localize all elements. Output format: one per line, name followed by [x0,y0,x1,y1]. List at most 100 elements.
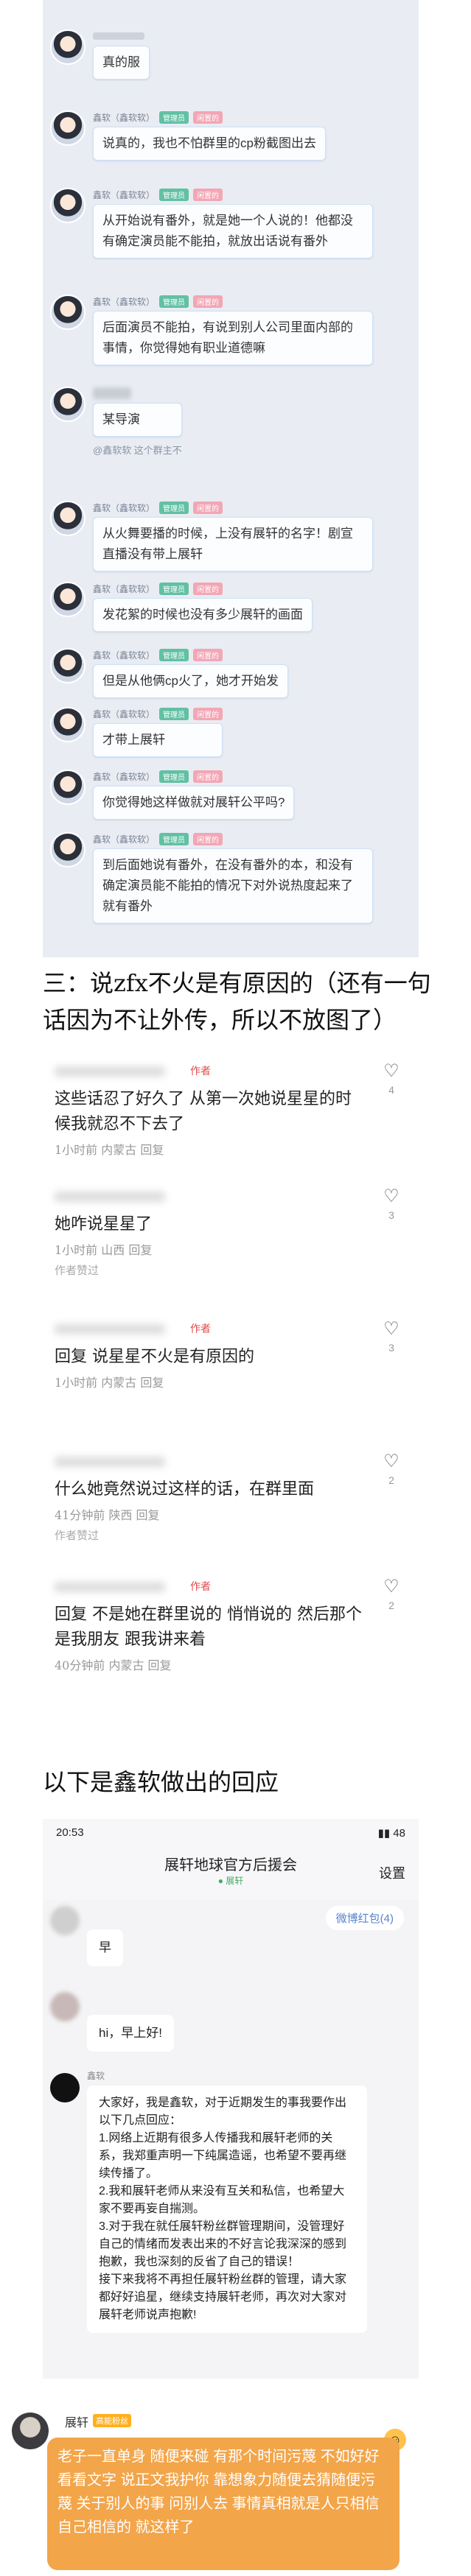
sender-name: 鑫软 [87,2071,105,2081]
like-count: 3 [388,1342,394,1354]
comment-meta[interactable]: 1小时前 内蒙古 回复 [55,1373,164,1390]
role-badge: 管理员 [159,648,189,661]
message-bubble: 才带上展轩 [93,723,223,757]
sender-name: 鑫软（鑫软软） [93,502,156,513]
message-bubble: 某导演 [93,403,182,437]
chat-message: 鑫软（鑫软软） 管理员 闲置的 但是从他俩cp火了，她才开始发 [50,648,288,698]
danmaku-card: 展轩 高能粉丝 ☺ 老子一直单身 随便来碰 有那个时间污蔑 不如好好看看文字 说… [0,2408,471,2576]
like-count: 2 [388,1474,394,1486]
commenter-name [55,1192,165,1202]
role-badge: 管理员 [159,501,189,514]
status-badge: 闲置的 [193,648,223,661]
chat-message: 鑫软（鑫软软） 管理员 闲置的才带上展轩 [50,707,223,757]
comments-screenshot: 作者 这些话忍了好久了 从第一次她说星星的时候我就忍不下去了 1小时前 内蒙古 回复… [43,1060,419,1723]
comment-meta[interactable]: 1小时前 山西 回复 [55,1240,152,1258]
like-button[interactable]: ♡ 2 [382,1576,401,1613]
comment-meta[interactable]: 40分钟前 内蒙古 回复 [55,1655,172,1673]
status-badge: 闲置的 [193,110,223,124]
user-name: 展轩 [65,2417,89,2429]
avatar [12,2413,49,2449]
sender-name: 鑫软（鑫软软） [93,296,156,307]
heart-icon: ♡ [383,1061,400,1081]
chat-message: 鑫软（鑫软软） 管理员 闲置的从开始说有番外，就是她一个人说的！他都没有确定演员能不… [50,188,373,258]
like-count: 4 [388,1084,394,1096]
section-heading: 以下是鑫软做出的回应 [43,1768,279,1796]
comment-meta[interactable]: 41分钟前 陕西 回复 [55,1505,160,1523]
commenter-name [55,1324,165,1334]
chat-message: 鑫软（鑫软软） 管理员 闲置的你觉得她这样做就对展轩公平吗? [50,770,295,820]
comment-text: 回复 不是她在群里说的 悄悄说的 然后那个是我朋友 跟我讲来着 [55,1605,362,1649]
sender-name: 鑫软（鑫软软） [93,189,156,200]
avatar [50,2073,80,2102]
sender-name: 鑫软（鑫软软） [93,771,156,782]
chat-message: 某导演 @鑫软软 这个群主不 [50,387,182,457]
message-bubble: 后面演员不能拍，有说到别人公司里面内部的事情，你觉得她有职业道德嘛 [93,311,373,365]
status-badge: 闲置的 [193,188,223,201]
sender-meta: 鑫软（鑫软软） 管理员 闲置的 [93,110,326,124]
group-chat-screenshot: 真的服 鑫软（鑫软软） 管理员 闲置的 说真的，我也不怕群里的cp粉截图出去 鑫软（鑫软… [43,0,419,957]
message-bubble: 真的服 [93,46,150,80]
chat-message: 真的服 [50,29,150,80]
avatar [50,387,86,422]
commenter-name [55,1582,165,1592]
heart-icon: ♡ [383,1186,400,1206]
fan-level-badge: 高能粉丝 [93,2414,131,2427]
sender-name: 鑫软（鑫软软） [93,650,156,661]
role-badge: 管理员 [159,582,189,595]
message-bubble: 从开始说有番外，就是她一个人说的！他都没有确定演员能不能拍，就放出话说有番外 [93,204,373,258]
settings-button[interactable]: 设置 [379,1863,405,1882]
group-title: 展轩地球官方后援会 [164,1857,297,1873]
avatar [50,832,86,868]
like-button[interactable]: ♡ 3 [382,1318,401,1356]
avatar [50,501,86,536]
status-time: 20:53 [56,1826,84,1839]
avatar [50,1992,80,2021]
heart-icon: ♡ [383,1577,400,1597]
avatar [50,110,86,146]
section-heading: 三：说zfx不火是有原因的（还有一句话因为不让外传，所以不放图了） [43,969,431,1034]
avatar [50,295,86,330]
sender-meta: 鑫软（鑫软软） 管理员 闲置的 [93,707,223,720]
comment-meta[interactable]: 1小时前 内蒙古 回复 [55,1140,164,1158]
danmaku-bubble: 老子一直单身 随便来碰 有那个时间污蔑 不如好好看看文字 说正文我护你 靠想象力… [47,2438,400,2570]
avatar [50,770,86,805]
sender-meta: 鑫软（鑫软软） 管理员 闲置的 [93,501,373,514]
redpack-button[interactable]: 微博红包(4) [325,1906,404,1930]
like-button[interactable]: ♡ 3 [382,1186,401,1223]
message-bubble: 你觉得她这样做就对展轩公平吗? [93,786,295,820]
sender-meta [93,387,182,400]
sender-meta: 鑫软（鑫软软） 管理员 闲置的 [93,770,294,783]
sender-meta: 鑫软（鑫软软） 管理员 闲置的 [93,295,373,308]
comment-text: 她咋说星星了 [55,1215,153,1234]
like-button[interactable]: ♡ 2 [382,1451,401,1488]
avatar [50,1906,80,1935]
chat-message: 鑫软（鑫软软） 管理员 闲置的后面演员不能拍，有说到别人公司里面内部的事情，你觉得她… [50,295,373,365]
sender-name: 鑫软（鑫软软） [93,834,156,845]
avatar [50,29,86,65]
comment-text: 这些话忍了好久了 从第一次她说星星的时候我就忍不下去了 [55,1090,352,1133]
avatar [50,582,86,617]
comment-text: 回复 说星星不火是有原因的 [55,1348,254,1366]
sender-meta: 鑫软（鑫软软） 管理员 闲置的 [93,582,313,595]
author-tag: 作者 [190,1581,211,1593]
role-badge: 管理员 [159,188,189,201]
like-button[interactable]: ♡ 4 [382,1060,401,1098]
statement-bubble: 大家好，我是鑫软，对于近期发生的事我要作出以下几点回应： 1.网络上近期有很多人… [87,2086,367,2333]
chat-message: 鑫软（鑫软软） 管理员 闲置的 从火舞要播的时候，上没有展轩的名字！剧宣直播没有带上展… [50,501,373,571]
status-badge: 闲置的 [193,295,223,308]
author-tag: 作者 [190,1323,211,1335]
author-liked-label: 作者赞过 [55,1264,100,1277]
status-badge: 闲置的 [193,832,223,845]
chat-message: 鑫软（鑫软软） 管理员 闲置的 发花絮的时候也没有多少展轩的画面 [50,582,313,632]
like-count: 2 [388,1600,394,1611]
chat-header: 展轩地球官方后援会 ● 展轩 设置 [43,1848,419,1900]
sender-name: 鑫软（鑫软软） [93,708,156,719]
commenter-name [55,1066,165,1077]
role-badge: 管理员 [159,770,189,783]
group-subtitle: ● 展轩 [217,1876,244,1886]
avatar [50,707,86,742]
status-icons: ▮▮ 48 [377,1827,405,1840]
role-badge: 管理员 [159,110,189,124]
message-bubble: 早 [87,1929,123,1966]
avatar [50,648,86,683]
